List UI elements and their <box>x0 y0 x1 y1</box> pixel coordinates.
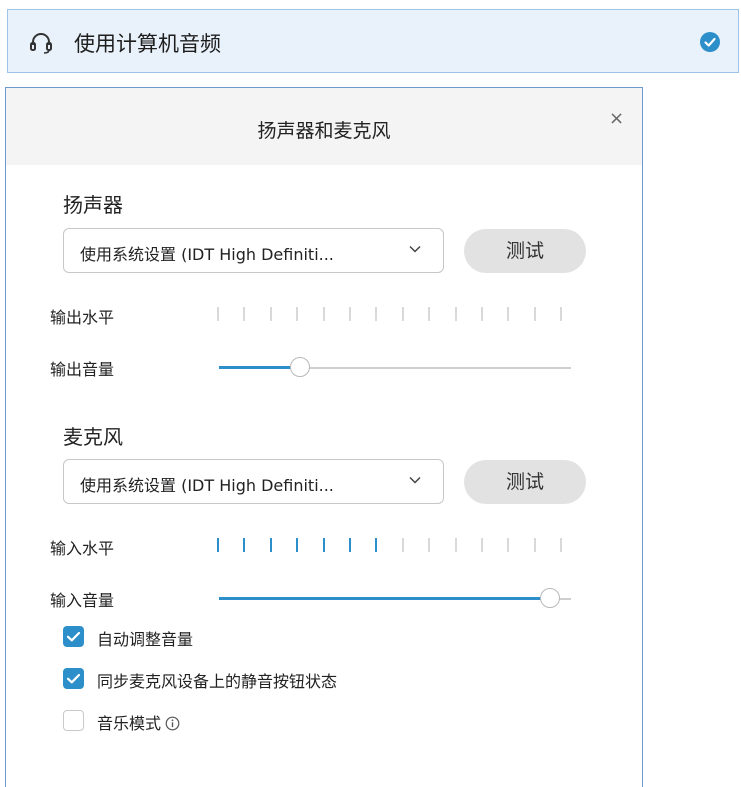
level-segment <box>402 307 404 321</box>
microphone-test-button[interactable]: 测试 <box>464 460 586 504</box>
level-segment <box>402 538 404 552</box>
level-segment <box>243 307 245 321</box>
microphone-device-value: 使用系统设置 (IDT High Definiti... <box>80 476 334 495</box>
slider-thumb[interactable] <box>290 357 310 377</box>
level-segment <box>217 538 219 552</box>
level-segment <box>323 307 325 321</box>
level-segment <box>481 307 483 321</box>
level-segment <box>481 538 483 552</box>
level-segment <box>323 538 325 552</box>
input-level-meter <box>217 538 577 552</box>
selected-check-icon <box>700 32 720 52</box>
computer-audio-option[interactable]: 使用计算机音频 <box>7 9 739 73</box>
music-mode-label-wrap: 音乐模式 <box>97 710 180 734</box>
headset-icon <box>30 33 52 54</box>
level-segment <box>375 538 377 552</box>
info-icon[interactable] <box>165 716 180 731</box>
slider-fill <box>219 366 300 369</box>
input-level-label: 输入水平 <box>50 539 115 558</box>
speaker-device-value: 使用系统设置 (IDT High Definiti... <box>80 245 334 264</box>
dialog-title: 扬声器和麦克风 <box>257 120 391 142</box>
input-volume-slider[interactable] <box>219 588 571 610</box>
level-segment <box>349 307 351 321</box>
level-segment <box>270 538 272 552</box>
level-segment <box>534 538 536 552</box>
output-volume-label: 输出音量 <box>50 360 115 379</box>
input-volume-label: 输入音量 <box>50 591 115 610</box>
level-segment <box>375 307 377 321</box>
computer-audio-title: 使用计算机音频 <box>74 32 221 56</box>
speaker-test-button[interactable]: 测试 <box>464 229 586 273</box>
level-segment <box>455 538 457 552</box>
output-level-label: 输出水平 <box>50 308 115 327</box>
sync-mute-label: 同步麦克风设备上的静音按钮状态 <box>97 672 338 691</box>
auto-adjust-volume-checkbox[interactable] <box>63 626 84 647</box>
dialog-header: 扬声器和麦克风 × <box>6 88 642 165</box>
auto-adjust-volume-label: 自动调整音量 <box>97 630 194 649</box>
level-segment <box>296 307 298 321</box>
level-segment <box>507 538 509 552</box>
close-icon[interactable]: × <box>609 110 624 128</box>
slider-fill <box>219 597 550 600</box>
speaker-section-title: 扬声器 <box>63 193 123 217</box>
level-segment <box>428 538 430 552</box>
speaker-mic-dialog: 扬声器和麦克风 × 扬声器 使用系统设置 (IDT High Definiti.… <box>5 87 643 787</box>
sync-mute-checkbox[interactable] <box>63 668 84 689</box>
output-level-meter <box>217 307 577 321</box>
chevron-down-icon <box>409 245 421 253</box>
chevron-down-icon <box>409 476 421 484</box>
level-segment <box>428 307 430 321</box>
speaker-device-select[interactable]: 使用系统设置 (IDT High Definiti... <box>63 228 444 273</box>
level-segment <box>560 307 562 321</box>
level-segment <box>455 307 457 321</box>
level-segment <box>560 538 562 552</box>
level-segment <box>270 307 272 321</box>
level-segment <box>349 538 351 552</box>
level-segment <box>217 307 219 321</box>
microphone-device-select[interactable]: 使用系统设置 (IDT High Definiti... <box>63 459 444 504</box>
level-segment <box>534 307 536 321</box>
slider-thumb[interactable] <box>540 588 560 608</box>
microphone-section-title: 麦克风 <box>63 425 123 449</box>
music-mode-label: 音乐模式 <box>97 714 162 733</box>
output-volume-slider[interactable] <box>219 357 571 379</box>
level-segment <box>296 538 298 552</box>
level-segment <box>507 307 509 321</box>
level-segment <box>243 538 245 552</box>
music-mode-checkbox[interactable] <box>63 710 84 731</box>
